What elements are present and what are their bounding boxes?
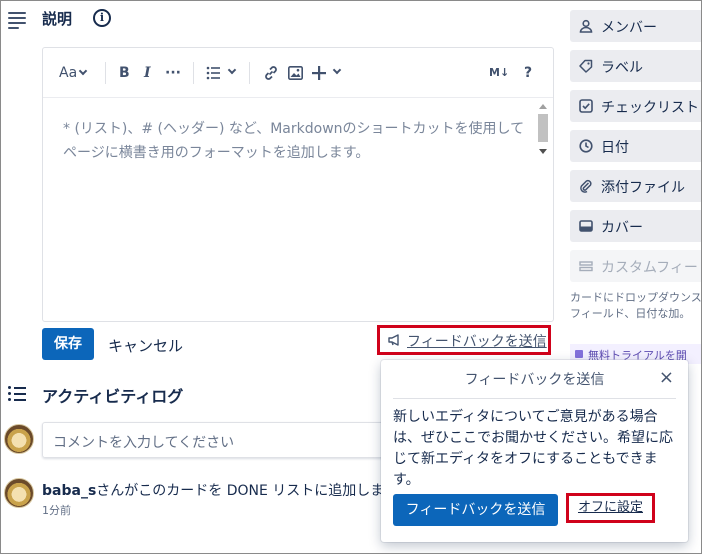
comment-input[interactable]: コメントを入力してください xyxy=(42,422,402,458)
activity-entry: baba_sさんがこのカードを DONE リストに追加しまし xyxy=(42,480,398,500)
popover-divider xyxy=(393,398,676,399)
avatar[interactable] xyxy=(4,478,34,508)
link-button[interactable] xyxy=(263,63,279,83)
activity-user[interactable]: baba_s xyxy=(42,483,96,499)
placeholder-line: ページに横書き用のフォーマットを追加します。 xyxy=(63,145,370,161)
help-button[interactable]: ? xyxy=(524,63,532,83)
plus-icon xyxy=(312,66,326,80)
feedback-link[interactable]: フィードバックを送信 xyxy=(377,325,551,355)
sidebar-item-attachment[interactable]: 添付ファイル xyxy=(570,170,702,202)
sidebar-item-label: カスタムフィー xyxy=(601,260,698,276)
link-icon xyxy=(265,66,277,80)
toolbar-divider xyxy=(249,62,250,84)
send-feedback-button[interactable]: フィードバックを送信 xyxy=(393,494,558,526)
chevron-down-icon xyxy=(227,65,237,75)
bold-button[interactable]: B xyxy=(119,63,130,83)
image-button[interactable] xyxy=(288,63,304,83)
image-icon xyxy=(288,66,303,80)
close-icon[interactable]: × xyxy=(659,367,674,388)
editor-toolbar: Aa B I ··· M↓ ? xyxy=(43,48,553,98)
sidebar-item-custom-fields[interactable]: カスタムフィー xyxy=(570,250,702,282)
sidebar-item-label: カバー xyxy=(601,220,643,236)
paperclip-icon xyxy=(580,179,592,193)
sidebar-item-label: メンバー xyxy=(601,20,657,36)
description-editor[interactable]: Aa B I ··· M↓ ? * (リスト)、# (ヘッダー) など、Mark… xyxy=(42,47,554,322)
info-icon[interactable]: i xyxy=(93,9,111,27)
scroll-up-arrow[interactable] xyxy=(539,104,547,109)
text-style-label: Aa xyxy=(59,65,78,81)
bullet-list-icon xyxy=(206,66,220,80)
sidebar-note: カードにドロップダウンストフィールド、日付な加。 xyxy=(570,291,702,320)
popover-title: フィードバックを送信 xyxy=(464,372,605,388)
activity-text: さんがこのカードを DONE リストに追加しまし xyxy=(96,483,399,499)
activity-icon xyxy=(8,385,28,401)
description-title: 説明 xyxy=(42,10,73,28)
cancel-button[interactable]: キャンセル xyxy=(108,335,183,356)
sidebar-item-labels[interactable]: ラベル xyxy=(570,50,702,82)
insert-button[interactable] xyxy=(312,63,342,83)
sidebar-item-cover[interactable]: カバー xyxy=(570,210,702,242)
sidebar-item-label: ラベル xyxy=(601,60,643,76)
toolbar-divider xyxy=(193,62,194,84)
checkbox-icon xyxy=(579,99,593,113)
popover-message: 新しいエディタについてご意見がある場合は、ぜひここでお聞かせください。希望に応じ… xyxy=(393,409,673,488)
more-formatting-button[interactable]: ··· xyxy=(165,63,181,83)
feedback-link-label: フィードバックを送信 xyxy=(407,334,547,350)
list-button[interactable] xyxy=(206,63,237,83)
chevron-down-icon xyxy=(332,65,342,75)
sidebar-item-label: チェックリスト xyxy=(601,100,699,116)
markdown-button[interactable]: M↓ xyxy=(489,63,509,83)
feedback-popover: フィードバックを送信 × 新しいエディタについてご意見がある場合は、ぜひここでお… xyxy=(381,360,688,542)
tag-icon xyxy=(579,59,593,73)
activity-title: アクティビティログ xyxy=(42,387,184,406)
sidebar-item-members[interactable]: メンバー xyxy=(570,10,702,42)
sidebar-item-label: 日付 xyxy=(601,140,629,156)
activity-timestamp[interactable]: 1分前 xyxy=(42,502,71,518)
person-icon xyxy=(579,19,593,33)
turn-off-link[interactable]: オフに設定 xyxy=(566,493,655,523)
clock-icon xyxy=(579,139,593,153)
toolbar-divider xyxy=(105,62,106,84)
scrollbar-thumb[interactable] xyxy=(538,114,548,142)
sidebar-item-label: 添付ファイル xyxy=(601,180,685,196)
megaphone-icon xyxy=(388,334,399,346)
italic-button[interactable]: I xyxy=(144,63,151,83)
save-button[interactable]: 保存 xyxy=(42,328,94,360)
avatar[interactable] xyxy=(4,424,34,454)
custom-field-icon xyxy=(579,261,593,272)
text-style-button[interactable]: Aa xyxy=(59,63,88,83)
editor-placeholder: * (リスト)、# (ヘッダー) など、Markdownのショートカットを使用し… xyxy=(63,117,533,165)
cover-icon xyxy=(579,220,593,232)
sidebar-item-dates[interactable]: 日付 xyxy=(570,130,702,162)
scroll-down-arrow[interactable] xyxy=(539,149,547,154)
editor-text-area[interactable]: * (リスト)、# (ヘッダー) など、Markdownのショートカットを使用し… xyxy=(43,99,553,321)
sidebar-item-checklist[interactable]: チェックリスト xyxy=(570,90,702,122)
chevron-down-icon xyxy=(78,66,88,76)
placeholder-line: * (リスト)、# (ヘッダー) など、Markdownのショートカットを使用し… xyxy=(63,121,525,137)
description-icon xyxy=(8,12,26,29)
